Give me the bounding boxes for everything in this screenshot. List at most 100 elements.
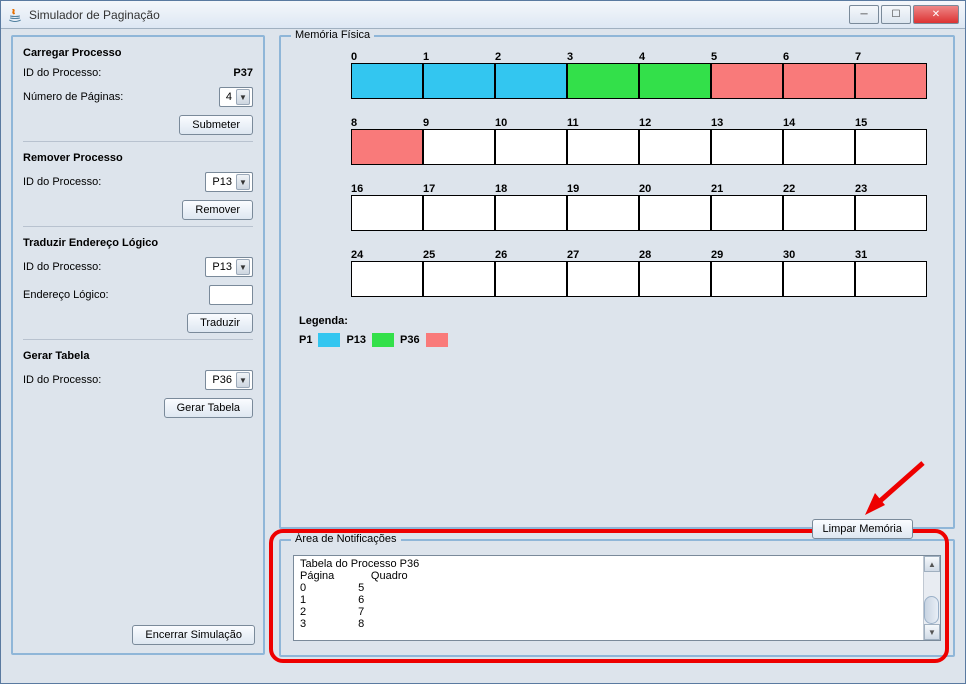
- memory-frame: [855, 129, 927, 165]
- pages-select-value: 4: [226, 91, 232, 103]
- memory-frame: [495, 63, 567, 99]
- frame-label: 22: [783, 183, 855, 195]
- frame-label: 19: [567, 183, 639, 195]
- frame-label: 24: [351, 249, 423, 261]
- minimize-button[interactable]: ─: [849, 5, 879, 24]
- memory-frame: [855, 195, 927, 231]
- memory-frame: [351, 63, 423, 99]
- logical-address-input[interactable]: [209, 285, 253, 305]
- memory-frame: [495, 261, 567, 297]
- remove-id-label: ID do Processo:: [23, 176, 101, 188]
- window-controls: ─ ☐ ✕: [849, 5, 959, 24]
- content-area: Carregar Processo ID do Processo: P37 Nú…: [11, 35, 955, 673]
- end-simulation-button[interactable]: Encerrar Simulação: [132, 625, 255, 645]
- frame-label: 0: [351, 51, 423, 63]
- frame-label: 8: [351, 117, 423, 129]
- legend-title: Legenda:: [299, 315, 935, 327]
- memory-frame: [567, 129, 639, 165]
- memory-frame: [783, 261, 855, 297]
- table-section-title: Gerar Tabela: [23, 350, 253, 362]
- frame-label: 23: [855, 183, 927, 195]
- memory-frame: [783, 195, 855, 231]
- scroll-thumb[interactable]: [924, 596, 939, 624]
- memory-frame: [639, 63, 711, 99]
- memory-frame: [783, 63, 855, 99]
- frame-label: 16: [351, 183, 423, 195]
- notifications-title: Área de Notificações: [291, 533, 401, 545]
- scroll-up-icon[interactable]: ▲: [924, 556, 940, 572]
- memory-frame: [495, 195, 567, 231]
- legend-label-p13: P13: [346, 334, 366, 346]
- scroll-down-icon[interactable]: ▼: [924, 624, 940, 640]
- memory-frame: [423, 261, 495, 297]
- remove-select[interactable]: P13 ▼: [205, 172, 253, 192]
- submit-button[interactable]: Submeter: [179, 115, 253, 135]
- memory-frame: [855, 63, 927, 99]
- divider: [23, 141, 253, 142]
- legend-label-p1: P1: [299, 334, 312, 346]
- frame-label: 20: [639, 183, 711, 195]
- maximize-button[interactable]: ☐: [881, 5, 911, 24]
- memory-frame: [639, 129, 711, 165]
- frame-label: 15: [855, 117, 927, 129]
- chevron-down-icon: ▼: [236, 89, 250, 105]
- memory-frame: [351, 129, 423, 165]
- frames-container: 0123456789101112131415161718192021222324…: [299, 51, 935, 297]
- titlebar: Simulador de Paginação ─ ☐ ✕: [1, 1, 965, 29]
- memory-frame: [639, 261, 711, 297]
- notif-row: 3 8: [300, 618, 934, 630]
- memory-frame: [711, 129, 783, 165]
- translate-button[interactable]: Traduzir: [187, 313, 253, 333]
- scrollbar[interactable]: ▲ ▼: [923, 556, 940, 640]
- memory-panel-title: Memória Física: [291, 29, 374, 41]
- java-icon: [7, 7, 23, 23]
- frame-label: 31: [855, 249, 927, 261]
- frame-label: 1: [423, 51, 495, 63]
- app-window: Simulador de Paginação ─ ☐ ✕ Carregar Pr…: [0, 0, 966, 684]
- window-title: Simulador de Paginação: [29, 8, 849, 22]
- frame-label: 21: [711, 183, 783, 195]
- frame-label: 30: [783, 249, 855, 261]
- frame-label: 4: [639, 51, 711, 63]
- notif-row: 1 6: [300, 594, 934, 606]
- notif-header: Tabela do Processo P36: [300, 558, 934, 570]
- legend-block: Legenda: P1 P13 P36: [299, 315, 935, 347]
- remove-button[interactable]: Remover: [182, 200, 253, 220]
- memory-frame: [351, 261, 423, 297]
- load-section-title: Carregar Processo: [23, 47, 253, 59]
- close-button[interactable]: ✕: [913, 5, 959, 24]
- memory-frame: [351, 195, 423, 231]
- frame-label: 27: [567, 249, 639, 261]
- frame-label: 18: [495, 183, 567, 195]
- memory-frame: [567, 63, 639, 99]
- legend-label-p36: P36: [400, 334, 420, 346]
- frame-label: 26: [495, 249, 567, 261]
- memory-frame: [639, 195, 711, 231]
- memory-frame: [423, 63, 495, 99]
- remove-section-title: Remover Processo: [23, 152, 253, 164]
- generate-table-button[interactable]: Gerar Tabela: [164, 398, 253, 418]
- memory-frame: [711, 63, 783, 99]
- swatch-p13: [372, 333, 394, 347]
- left-panel: Carregar Processo ID do Processo: P37 Nú…: [11, 35, 265, 655]
- translate-id-label: ID do Processo:: [23, 261, 101, 273]
- memory-frame: [711, 195, 783, 231]
- chevron-down-icon: ▼: [236, 174, 250, 190]
- swatch-p1: [318, 333, 340, 347]
- pages-select[interactable]: 4 ▼: [219, 87, 253, 107]
- load-id-value: P37: [233, 67, 253, 79]
- table-select[interactable]: P36 ▼: [205, 370, 253, 390]
- memory-frame: [855, 261, 927, 297]
- swatch-p36: [426, 333, 448, 347]
- notifications-textarea[interactable]: Tabela do Processo P36 Página Quadro 0 5…: [293, 555, 941, 641]
- remove-select-value: P13: [212, 176, 232, 188]
- clear-memory-button[interactable]: Limpar Memória: [812, 519, 913, 539]
- frame-label: 12: [639, 117, 711, 129]
- translate-select-value: P13: [212, 261, 232, 273]
- frame-label: 25: [423, 249, 495, 261]
- translate-select[interactable]: P13 ▼: [205, 257, 253, 277]
- load-pages-label: Número de Páginas:: [23, 91, 123, 103]
- memory-panel: Memória Física 0123456789101112131415161…: [279, 35, 955, 529]
- translate-section-title: Traduzir Endereço Lógico: [23, 237, 253, 249]
- frame-label: 9: [423, 117, 495, 129]
